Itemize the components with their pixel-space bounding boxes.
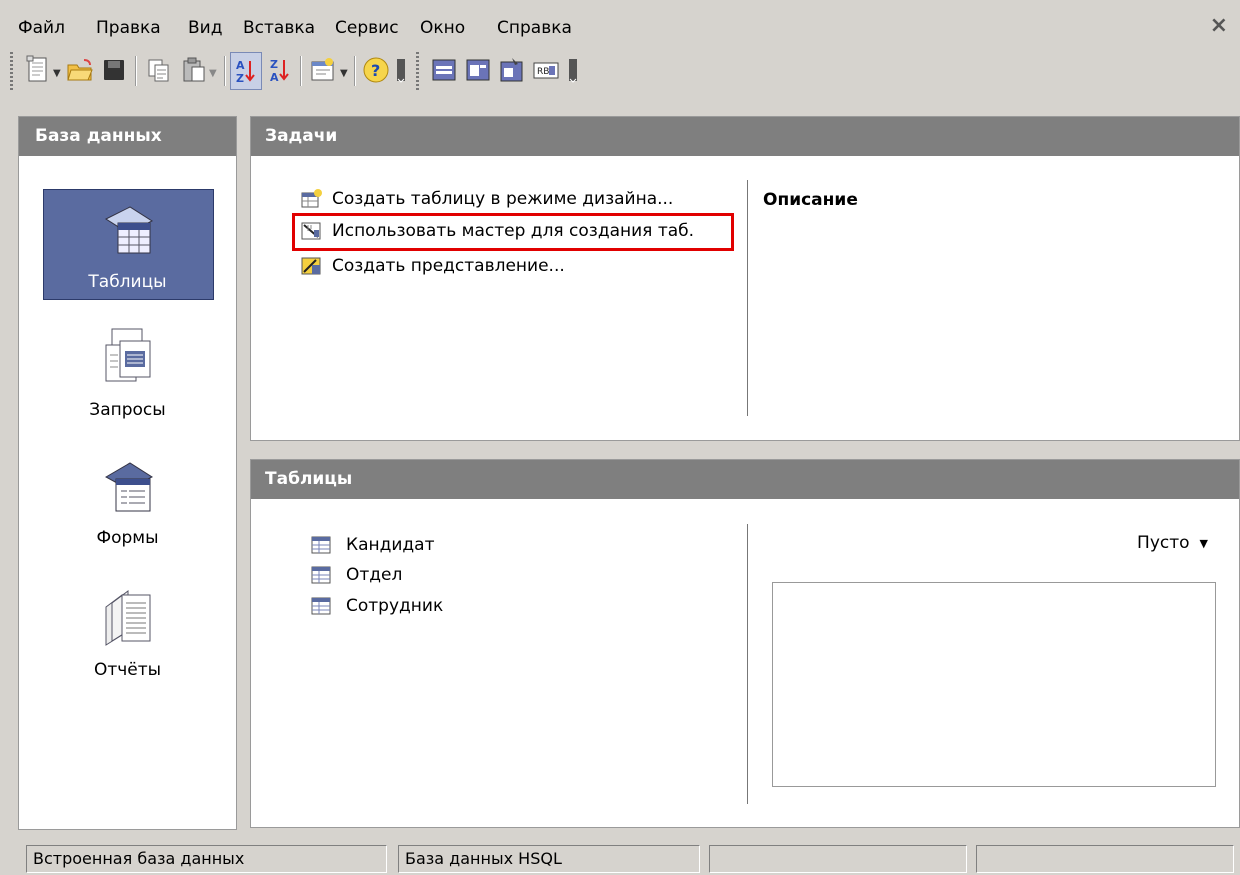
task-create-table-design[interactable]: Создать таблицу в режиме дизайна...: [300, 188, 673, 210]
nav-label-queries: Запросы: [89, 400, 166, 420]
svg-text:RB: RB: [537, 67, 549, 77]
table-item-sotrudnik[interactable]: Сотрудник: [310, 596, 443, 616]
menu-window[interactable]: Окно: [420, 18, 465, 38]
menu-tools[interactable]: Сервис: [335, 18, 399, 38]
paste-dropdown-arrow[interactable]: ▼: [209, 68, 217, 79]
menu-bar: Файл Правка Вид Вставка Сервис Окно Спра…: [0, 0, 1240, 40]
table-icon: [311, 536, 331, 554]
preview-dropdown-value: Пусто: [1137, 533, 1190, 553]
task-label-create-table-design: Создать таблицу в режиме дизайна...: [332, 189, 674, 209]
toolbar: ▼ ▼ AZ ZA ▼ ? RB: [10, 46, 810, 98]
svg-text:Z: Z: [270, 58, 278, 71]
status-field-4: [976, 845, 1234, 873]
table-label-kandidat: Кандидат: [346, 535, 435, 555]
toolbar2-overflow-arrow[interactable]: [566, 52, 580, 88]
tasks-panel-title: Задачи: [251, 117, 1239, 156]
close-icon[interactable]: ×: [1210, 14, 1228, 38]
svg-text:A: A: [270, 71, 279, 84]
tables-divider: [747, 524, 748, 804]
queries-icon: [105, 328, 150, 382]
sort-ascending-icon[interactable]: AZ: [230, 52, 262, 90]
help-icon[interactable]: ?: [360, 52, 392, 88]
nav-label-forms: Формы: [96, 528, 159, 548]
create-view-icon: [301, 257, 321, 275]
report-icon[interactable]: RB: [530, 52, 562, 88]
copy-icon[interactable]: [143, 52, 175, 88]
form-design-dropdown-arrow[interactable]: ▼: [340, 68, 348, 79]
description-title: Описание: [763, 190, 858, 210]
forms-icon: [104, 462, 153, 512]
tasks-panel: Задачи: [250, 116, 1240, 441]
status-field-3: [709, 845, 967, 873]
tables-icon: [104, 206, 153, 254]
nav-item-forms[interactable]: Формы: [19, 457, 236, 548]
tables-panel-title: Таблицы: [251, 460, 1239, 499]
table-icon: [311, 597, 331, 615]
menu-view[interactable]: Вид: [188, 18, 222, 38]
sort-descending-icon[interactable]: ZA: [264, 52, 296, 88]
new-dropdown-arrow[interactable]: ▼: [53, 68, 61, 79]
nav-item-tables[interactable]: Таблицы: [19, 201, 236, 292]
toolbar-grip[interactable]: [10, 52, 13, 90]
menu-help[interactable]: Справка: [497, 18, 572, 38]
toolbar-overflow-arrow[interactable]: [394, 52, 408, 88]
paste-icon[interactable]: [178, 52, 210, 88]
svg-text:Z: Z: [236, 72, 244, 85]
save-icon[interactable]: [98, 52, 130, 88]
query-icon[interactable]: [462, 52, 494, 88]
table-icon: [311, 566, 331, 584]
highlight-box: [292, 213, 734, 251]
open-folder-icon[interactable]: [64, 52, 96, 88]
menu-file[interactable]: Файл: [18, 18, 65, 38]
svg-text:A: A: [236, 59, 245, 72]
design-table-icon: [301, 189, 322, 208]
table-item-otdel[interactable]: Отдел: [310, 565, 402, 585]
status-db-engine: База данных HSQL: [398, 845, 700, 873]
nav-item-queries[interactable]: Запросы: [19, 325, 236, 420]
status-db-type: Встроенная база данных: [26, 845, 387, 873]
table-label-otdel: Отдел: [346, 565, 403, 585]
preview-area: [772, 582, 1216, 787]
database-panel: База данных Таблицы Запросы Формы Отчёты: [18, 116, 237, 830]
form-icon[interactable]: [496, 52, 528, 88]
nav-label-tables: Таблицы: [88, 272, 167, 292]
nav-label-reports: Отчёты: [93, 660, 162, 680]
menu-insert[interactable]: Вставка: [243, 18, 315, 38]
task-label-create-view: Создать представление...: [332, 256, 565, 276]
table-item-kandidat[interactable]: Кандидат: [310, 535, 434, 555]
database-panel-title: База данных: [19, 117, 236, 156]
table-icon[interactable]: [428, 52, 460, 88]
new-document-icon[interactable]: [22, 52, 54, 88]
tasks-divider: [747, 180, 748, 416]
task-create-view[interactable]: Создать представление...: [300, 255, 565, 277]
menu-edit[interactable]: Правка: [96, 18, 161, 38]
form-design-icon[interactable]: [307, 52, 339, 88]
preview-dropdown[interactable]: Пусто ▼: [1137, 533, 1208, 553]
toolbar2-grip[interactable]: [416, 52, 419, 90]
reports-icon: [105, 590, 150, 646]
table-label-sotrudnik: Сотрудник: [346, 596, 444, 616]
svg-text:?: ?: [371, 61, 380, 80]
nav-item-reports[interactable]: Отчёты: [19, 585, 236, 680]
chevron-down-icon: ▼: [1199, 536, 1208, 550]
